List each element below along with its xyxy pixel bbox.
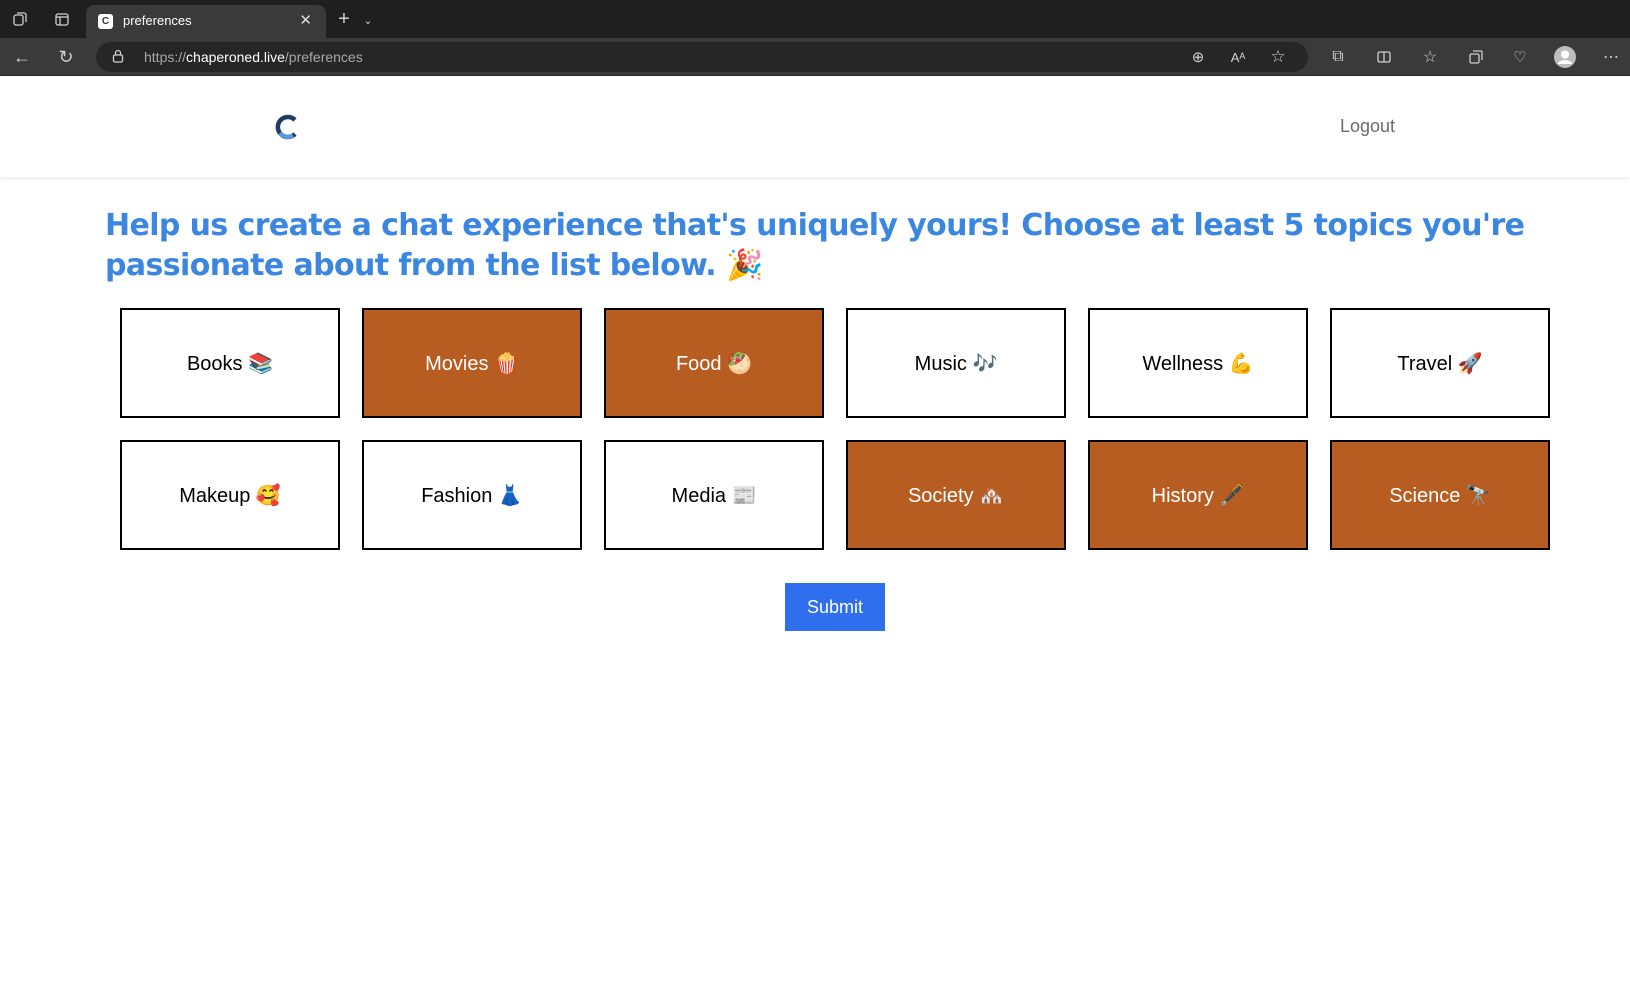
topic-history[interactable]: History 🖋️ xyxy=(1088,440,1308,550)
tab-actions-icon[interactable] xyxy=(50,7,74,31)
split-screen-icon[interactable] xyxy=(1372,45,1396,69)
lock-icon xyxy=(112,49,124,66)
favicon-icon: C xyxy=(98,14,113,29)
page-headline: Help us create a chat experience that's … xyxy=(105,208,1525,283)
back-icon[interactable]: ← xyxy=(10,45,34,69)
refresh-icon[interactable]: ↻ xyxy=(54,45,78,69)
site-header: Logout xyxy=(0,76,1630,177)
tab-preferences[interactable]: C preferences ✕ xyxy=(86,5,326,38)
topics-grid: Books 📚 Movies 🍿 Food 🥙 Music 🎶 Wellness… xyxy=(120,308,1550,550)
topic-wellness[interactable]: Wellness 💪 xyxy=(1088,308,1308,418)
new-tab-icon[interactable]: + xyxy=(332,7,356,31)
submit-button[interactable]: Submit xyxy=(785,583,885,631)
topic-movies[interactable]: Movies 🍿 xyxy=(362,308,582,418)
topic-travel[interactable]: Travel 🚀 xyxy=(1330,308,1550,418)
topic-media[interactable]: Media 📰 xyxy=(604,440,824,550)
collections-icon[interactable] xyxy=(1464,45,1488,69)
more-menu-icon[interactable]: ⋯ xyxy=(1599,45,1623,69)
tab-title: preferences xyxy=(123,13,192,28)
browser-tab-bar: C preferences ✕ + ⌄ xyxy=(0,0,1630,38)
workspaces-icon[interactable] xyxy=(8,7,32,31)
topic-food[interactable]: Food 🥙 xyxy=(604,308,824,418)
favorites-icon[interactable]: ☆ xyxy=(1418,45,1442,69)
chaperoned-logo[interactable] xyxy=(272,112,302,142)
address-bar[interactable]: https://chaperoned.live/preferences ⊕ Aᴬ… xyxy=(96,42,1308,72)
read-aloud-icon[interactable]: Aᴬ xyxy=(1226,45,1250,69)
chevron-down-icon[interactable]: ⌄ xyxy=(356,8,380,32)
url-text: https://chaperoned.live/preferences xyxy=(144,49,363,65)
topic-science[interactable]: Science 🔭 xyxy=(1330,440,1550,550)
topic-fashion[interactable]: Fashion 👗 xyxy=(362,440,582,550)
logout-link[interactable]: Logout xyxy=(1340,116,1395,137)
zoom-icon[interactable]: ⊕ xyxy=(1186,45,1210,69)
topic-music[interactable]: Music 🎶 xyxy=(846,308,1066,418)
close-tab-icon[interactable]: ✕ xyxy=(299,11,312,29)
topic-makeup[interactable]: Makeup 🥰 xyxy=(120,440,340,550)
topic-books[interactable]: Books 📚 xyxy=(120,308,340,418)
extensions-icon[interactable]: ⧉ xyxy=(1326,45,1350,69)
topic-society[interactable]: Society 🏘️ xyxy=(846,440,1066,550)
favorite-star-icon[interactable]: ☆ xyxy=(1266,45,1290,69)
profile-avatar-icon[interactable] xyxy=(1553,45,1577,69)
browser-toolbar: ← ↻ https://chaperoned.live/preferences … xyxy=(0,38,1630,76)
browser-essentials-icon[interactable]: ♡ xyxy=(1508,45,1532,69)
